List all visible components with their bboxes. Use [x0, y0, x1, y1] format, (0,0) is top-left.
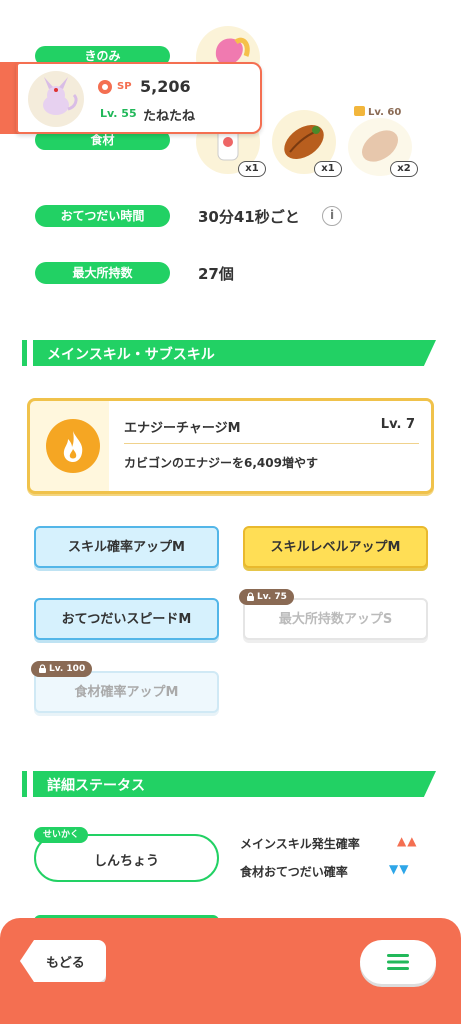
info-icon[interactable]: i — [322, 206, 342, 226]
sub-skill-button-1[interactable]: スキル確率アップM — [34, 526, 219, 568]
effect-down-marks: ▼▼ — [389, 862, 410, 876]
flame-icon — [63, 431, 83, 462]
sub-skill-button-3[interactable]: おてつだいスピードM — [34, 598, 219, 640]
main-skill-name: エナジーチャージM — [124, 421, 241, 436]
ingredient-count-1: x1 — [238, 161, 266, 177]
sp-label: SP — [117, 81, 132, 92]
sub-skill-lock-4: Lv. 75 — [239, 589, 294, 605]
nature-value: しんちょう — [93, 854, 159, 869]
espeon-icon — [43, 77, 78, 115]
pokemon-avatar — [28, 71, 84, 127]
ingredient-count-3: x2 — [390, 161, 418, 177]
detail-section-header: 詳細ステータス — [22, 771, 436, 797]
main-skill-body: エナジーチャージM Lv. 7 カビゴンのエナジーを6,409増やす — [109, 401, 431, 491]
effect-down-label: 食材おてつだい確率 — [240, 865, 348, 879]
effect-up-marks: ▲▲ — [397, 834, 418, 848]
main-skill-card[interactable]: エナジーチャージM Lv. 7 カビゴンのエナジーを6,409増やす — [27, 398, 434, 494]
max-carry-value: 27個 — [198, 265, 234, 283]
sp-icon — [98, 80, 112, 94]
ingredient-count-2: x1 — [314, 161, 342, 177]
hamburger-menu-icon — [387, 954, 409, 970]
profile-card: SP 5,206 Lv. 55 たねたね — [16, 62, 262, 134]
sub-skill-button-2[interactable]: スキルレベルアップM — [243, 526, 428, 568]
divider — [124, 443, 419, 444]
main-skill-desc: カビゴンのエナジーを6,409増やす — [124, 456, 318, 470]
sub-skill-button-5[interactable]: 食材確率アップM — [34, 671, 219, 713]
back-button-label: もどる — [46, 956, 85, 971]
lock-icon — [354, 106, 365, 116]
main-skill-level: Lv. 7 — [380, 417, 415, 432]
effect-up-label: メインスキル発生確率 — [240, 837, 360, 851]
nature-tag: せいかく — [34, 827, 89, 843]
pokemon-level: Lv. 55 — [100, 107, 137, 120]
pokemon-name: たねたね — [143, 109, 196, 124]
sp-value: 5,206 — [140, 77, 191, 96]
lock-icon — [247, 592, 254, 601]
menu-button[interactable] — [360, 940, 436, 984]
sub-skill-lock-5: Lv. 100 — [31, 661, 93, 677]
max-carry-label: 最大所持数 — [35, 262, 170, 284]
main-skill-icon — [46, 419, 100, 473]
back-button[interactable]: もどる — [20, 940, 106, 982]
main-skill-section-header: メインスキル・サブスキル — [22, 340, 436, 366]
ingredient-lock-3: Lv. 60 — [354, 106, 401, 118]
section-title: 詳細ステータス — [47, 778, 145, 794]
footer-bar: もどる — [0, 918, 461, 1024]
section-title: メインスキル・サブスキル — [47, 347, 215, 363]
lock-icon — [39, 664, 46, 673]
help-time-value: 30分41秒ごと — [198, 208, 300, 226]
help-time-label: おてつだい時間 — [35, 205, 170, 227]
